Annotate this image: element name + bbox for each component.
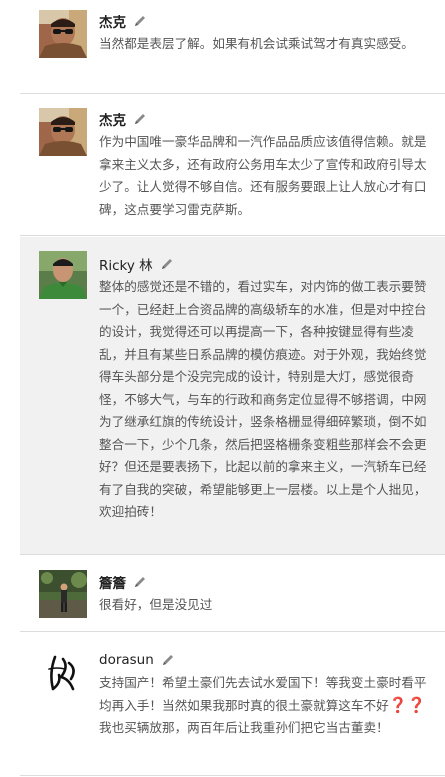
comment-text-part: 支持国产！希望土豪们先去试水爱国下！等我变土豪时看平均再入手！当然如果我那时真的… — [99, 675, 427, 713]
question-mark-emoji-icon: ❓❓ — [388, 695, 427, 714]
pencil-icon[interactable] — [133, 112, 147, 126]
author-line: 杰克 — [99, 108, 147, 130]
comment-item: 簷簷 很看好，但是没见过 — [20, 556, 445, 632]
avatar[interactable] — [39, 649, 87, 697]
comment-feed: 杰克 当然都是表层了解。如果有机会试乘试驾才有真实感受。 杰克 作为中国唯一豪华… — [0, 0, 445, 777]
pencil-icon[interactable] — [160, 257, 174, 271]
man-in-green-shirt-avatar — [39, 251, 87, 299]
man-with-sunglasses-avatar — [39, 108, 87, 156]
comment-text: 支持国产！希望土豪们先去试水爱国下！等我变土豪时看平均再入手！当然如果我那时真的… — [99, 672, 435, 740]
author-name[interactable]: 簷簷 — [99, 572, 126, 592]
comment-item: Ricky 林 整体的感觉还是不错的，看过实车，对内饰的做工表示要赞一个，已经赶… — [20, 237, 445, 555]
person-outdoors-avatar — [39, 570, 87, 618]
comment-item: 杰克 当然都是表层了解。如果有机会试乘试驾才有真实感受。 — [20, 0, 445, 94]
author-line: dorasun — [99, 649, 175, 671]
author-line: Ricky 林 — [99, 253, 174, 275]
author-name[interactable]: 杰克 — [99, 109, 126, 129]
comment-text: 很看好，但是没见过 — [99, 597, 213, 612]
author-line: 杰克 — [99, 10, 147, 32]
comment-text-part: 我也买辆放那，两百年后让我重孙们把它当古董卖！ — [99, 720, 389, 735]
avatar[interactable] — [39, 108, 87, 156]
pencil-icon[interactable] — [161, 653, 175, 667]
avatar[interactable] — [39, 570, 87, 618]
man-with-sunglasses-avatar — [39, 10, 87, 58]
avatar[interactable] — [39, 251, 87, 299]
comment-text: 整体的感觉还是不错的，看过实车，对内饰的做工表示要赞一个，已经赶上合资品牌的高级… — [99, 279, 427, 519]
author-name[interactable]: 杰克 — [99, 11, 126, 31]
pencil-icon[interactable] — [133, 14, 147, 28]
avatar[interactable] — [39, 10, 87, 58]
author-line: 簷簷 — [99, 571, 147, 593]
comment-text: 作为中国唯一豪华品牌和一汽作品品质应该值得信赖。就是拿来主义太多，还有政府公务用… — [99, 134, 427, 217]
pencil-icon[interactable] — [133, 575, 147, 589]
calligraphy-signature-avatar — [39, 649, 87, 697]
comment-item: dorasun 支持国产！希望土豪们先去试水爱国下！等我变土豪时看平均再入手！当… — [20, 633, 445, 776]
author-name[interactable]: Ricky 林 — [99, 254, 153, 274]
comment-item: 杰克 作为中国唯一豪华品牌和一汽作品品质应该值得信赖。就是拿来主义太多，还有政府… — [20, 95, 445, 236]
comment-text: 当然都是表层了解。如果有机会试乘试驾才有真实感受。 — [99, 36, 414, 51]
author-name[interactable]: dorasun — [99, 652, 154, 668]
